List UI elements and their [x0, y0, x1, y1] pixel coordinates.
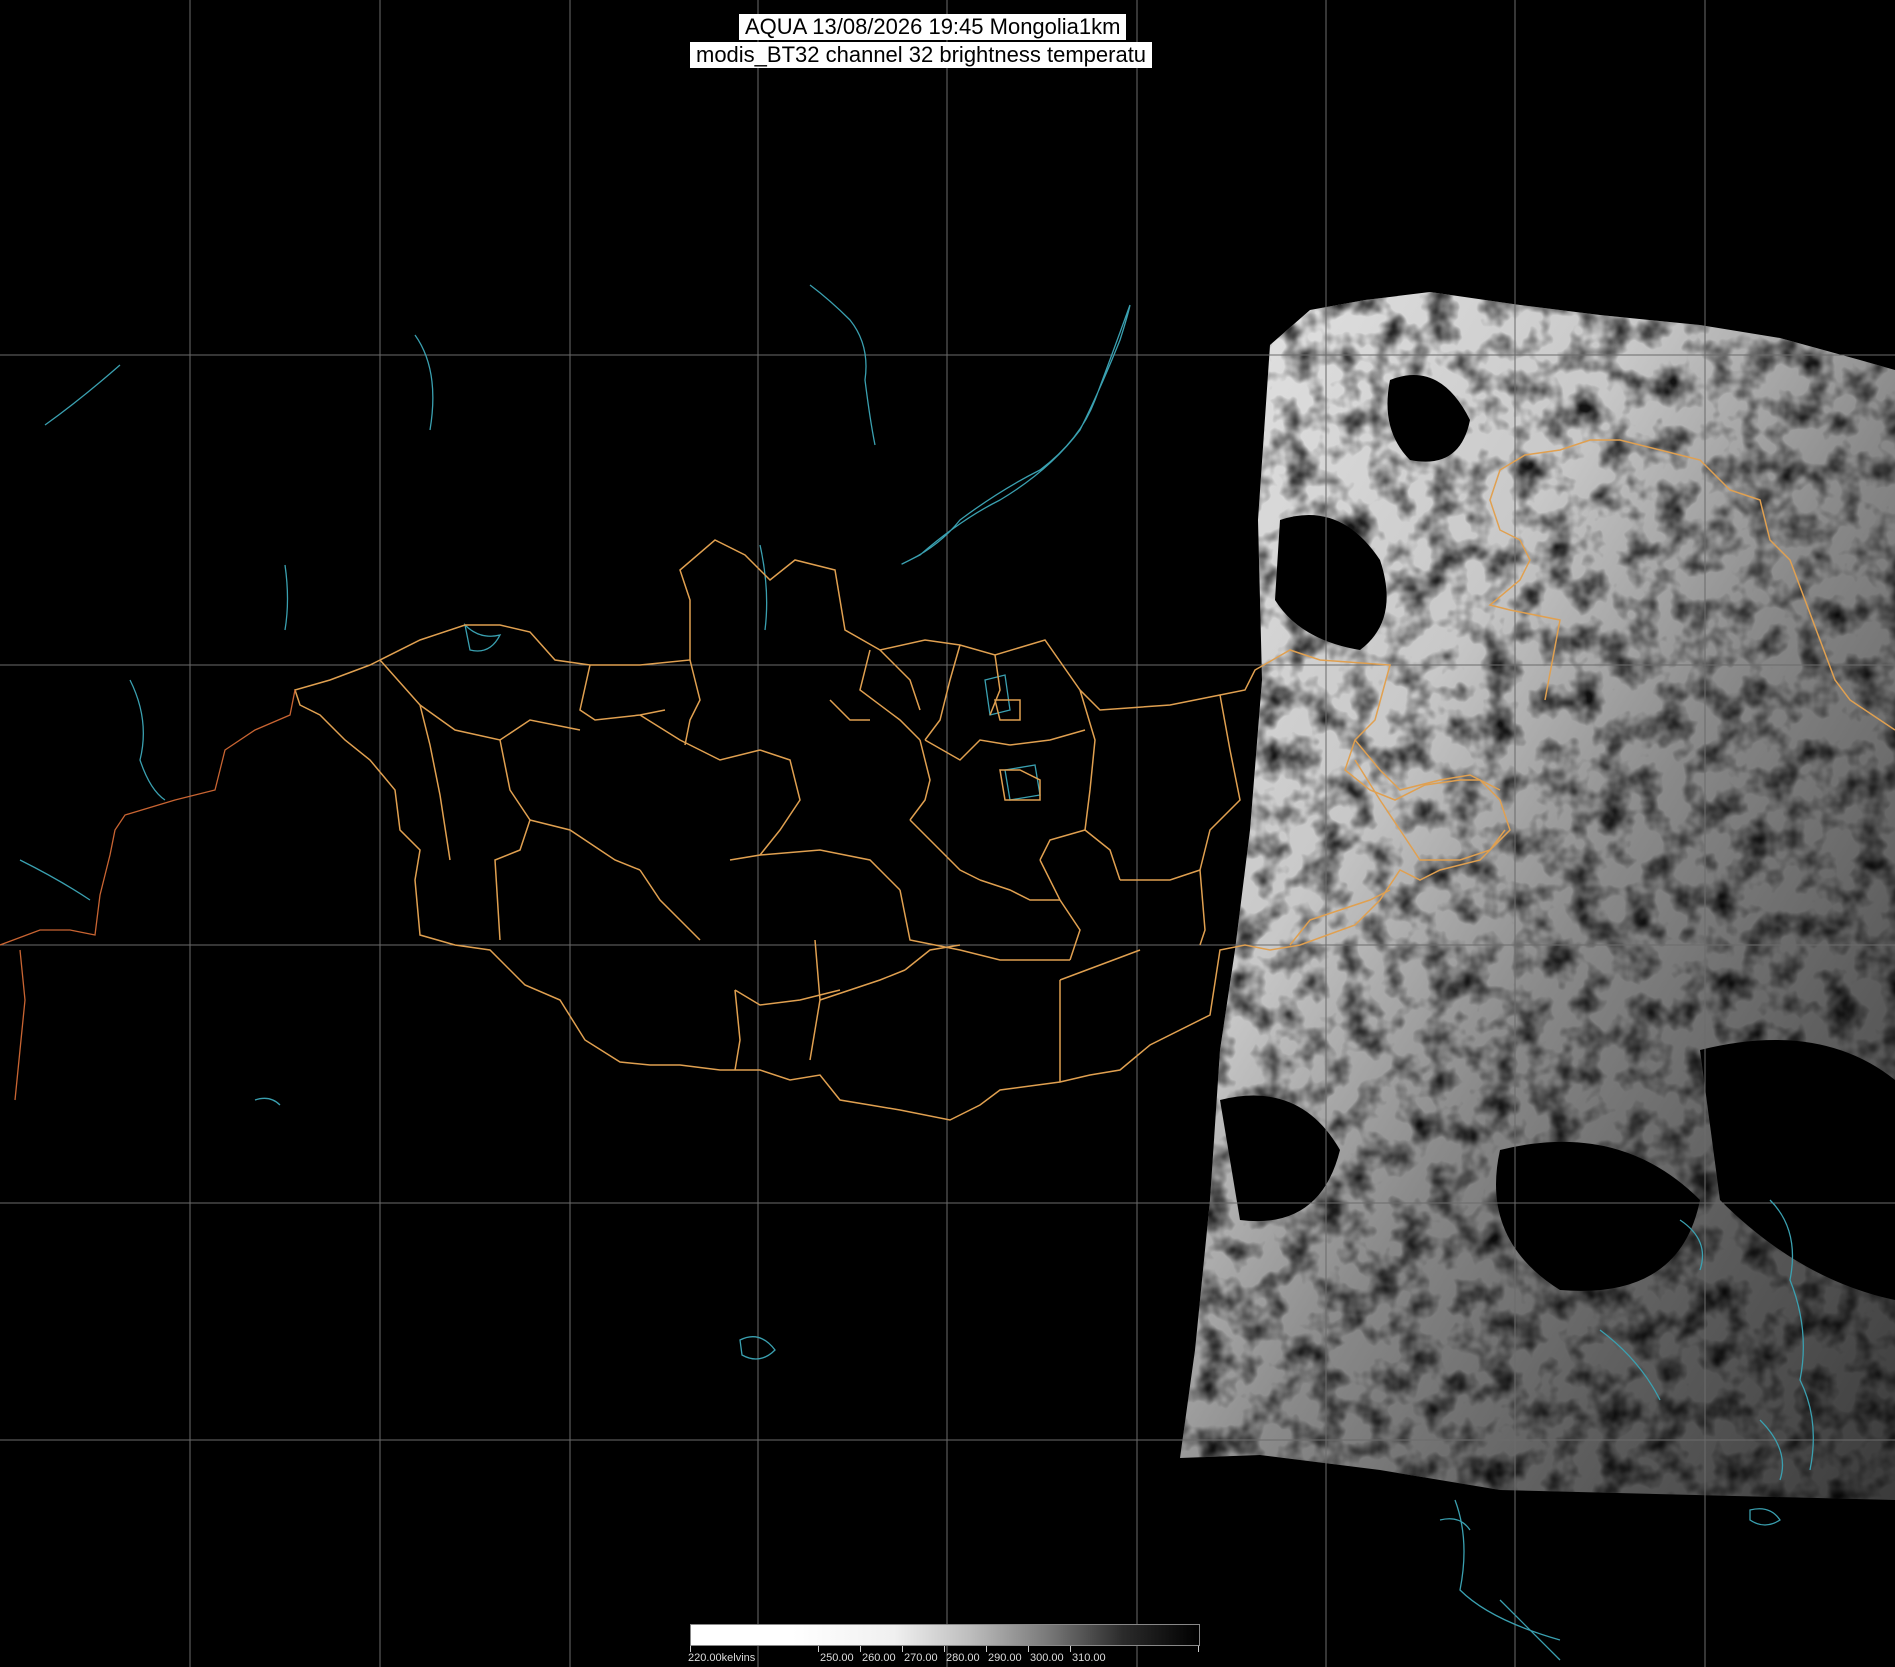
colorbar-label: 300.00	[1030, 1652, 1064, 1664]
colorbar-tick	[902, 1646, 903, 1652]
colorbar-tick	[860, 1646, 861, 1652]
colorbar-label: 280.00	[946, 1652, 980, 1664]
colorbar-tick	[1028, 1646, 1029, 1652]
satellite-map: AQUA 13/08/2026 19:45 Mongolia1km modis_…	[0, 0, 1895, 1667]
colorbar-label: 310.00	[1072, 1652, 1106, 1664]
colorbar-tick	[818, 1646, 819, 1652]
colorbar-label: 220.00kelvins	[688, 1652, 756, 1664]
map-subtitle: modis_BT32 channel 32 brightness tempera…	[690, 42, 1153, 68]
colorbar-label: 270.00	[904, 1652, 938, 1664]
colorbar-tick	[1198, 1646, 1199, 1652]
colorbar-tick	[1070, 1646, 1071, 1652]
colorbar-ramp	[690, 1624, 1200, 1646]
colorbar-tick	[986, 1646, 987, 1652]
colorbar-label: 290.00	[988, 1652, 1022, 1664]
colorbar-tick	[944, 1646, 945, 1652]
colorbar-legend: 220.00kelvins 250.00 260.00 270.00 280.0…	[688, 1622, 1200, 1664]
map-title: AQUA 13/08/2026 19:45 Mongolia1km	[739, 14, 1127, 40]
colorbar-label: 250.00	[820, 1652, 854, 1664]
colorbar-label: 260.00	[862, 1652, 896, 1664]
